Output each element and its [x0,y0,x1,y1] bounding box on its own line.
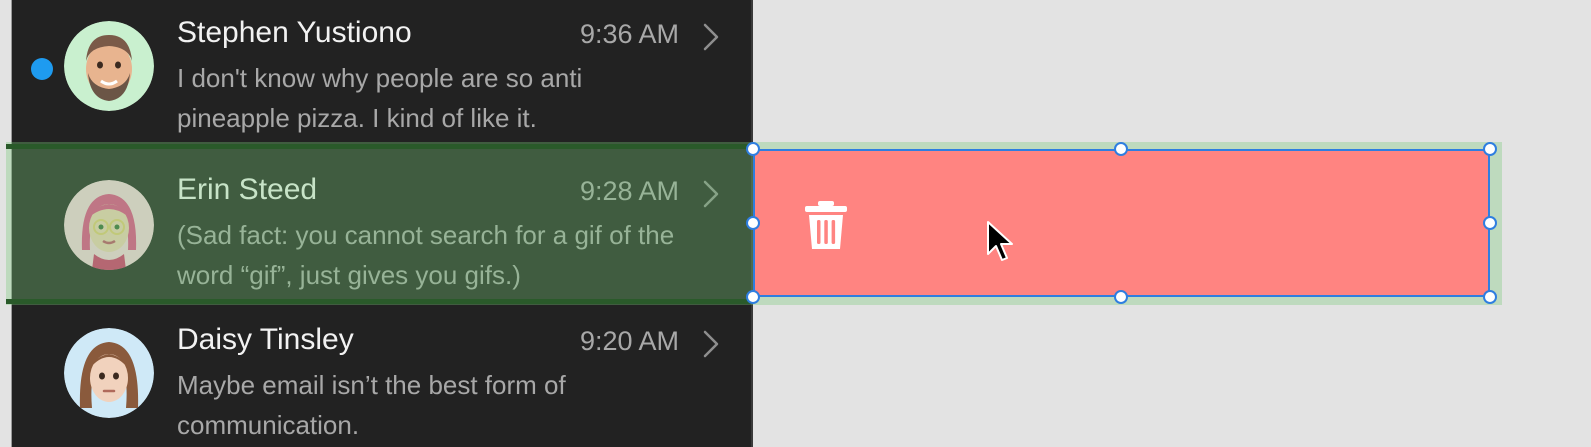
chevron-right-icon [703,23,719,51]
chevron-right-icon [703,180,719,208]
resize-handle-middle-left[interactable] [746,216,760,230]
resize-handle-bottom-right[interactable] [1483,290,1497,304]
message-preview: Maybe email isn’t the best form of commu… [177,370,566,440]
message-time: 9:36 AM [579,19,679,49]
chevron-right-icon [703,330,719,358]
trash-icon [805,201,847,249]
message-time: 9:20 AM [579,326,679,356]
sender-name: Stephen Yustiono [177,16,412,49]
resize-handle-middle-right[interactable] [1483,216,1497,230]
sender-name: Daisy Tinsley [177,323,354,356]
message-preview: (Sad fact: you cannot search for a gif o… [177,220,675,290]
resize-handle-top-left[interactable] [746,142,760,156]
resize-handle-top-center[interactable] [1114,142,1128,156]
delete-swipe-action[interactable] [753,149,1490,297]
resize-handle-bottom-center[interactable] [1114,290,1128,304]
resize-handle-bottom-left[interactable] [746,290,760,304]
unread-indicator-dot [31,58,53,80]
message-list: Stephen Yustiono 9:36 AM I don't know wh… [12,0,753,447]
memoji-man-beard-icon [64,21,154,111]
message-row[interactable]: Erin Steed 9:28 AM (Sad fact: you cannot… [12,149,751,299]
canvas-left-edge [0,0,12,447]
memoji-woman-brown-hair-icon [64,328,154,418]
message-time: 9:28 AM [579,176,679,206]
message-preview: I don't know why people are so anti pine… [177,63,583,133]
memoji-woman-pink-hair-icon [64,180,154,270]
message-row[interactable]: Stephen Yustiono 9:36 AM I don't know wh… [12,0,751,142]
mouse-pointer-icon [987,221,1013,261]
message-row[interactable]: Daisy Tinsley 9:20 AM Maybe email isn’t … [12,299,751,447]
sender-name: Erin Steed [177,173,318,206]
resize-handle-top-right[interactable] [1483,142,1497,156]
design-canvas[interactable]: Stephen Yustiono 9:36 AM I don't know wh… [0,0,1591,447]
